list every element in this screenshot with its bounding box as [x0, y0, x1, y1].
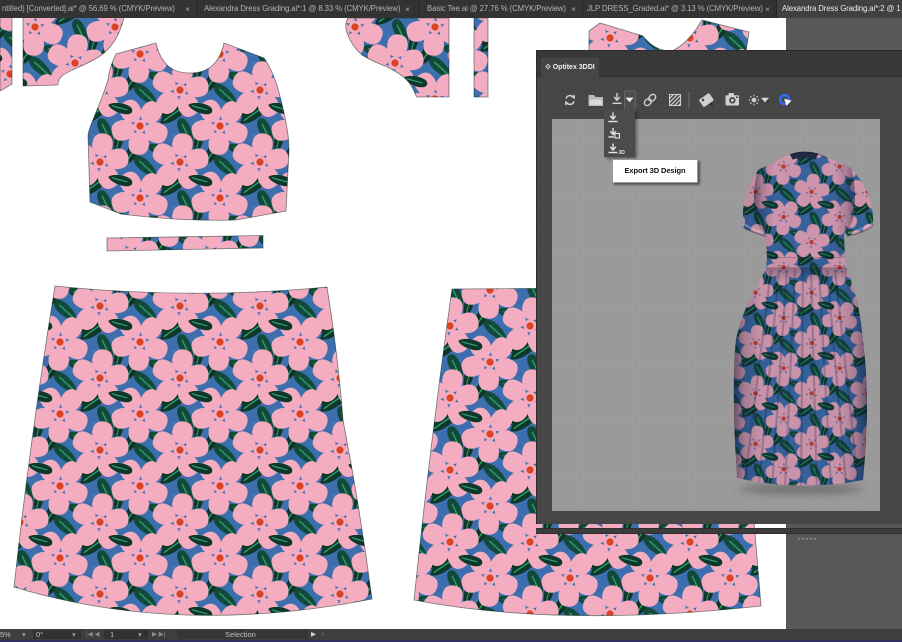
- svg-text:3D: 3D: [619, 150, 626, 156]
